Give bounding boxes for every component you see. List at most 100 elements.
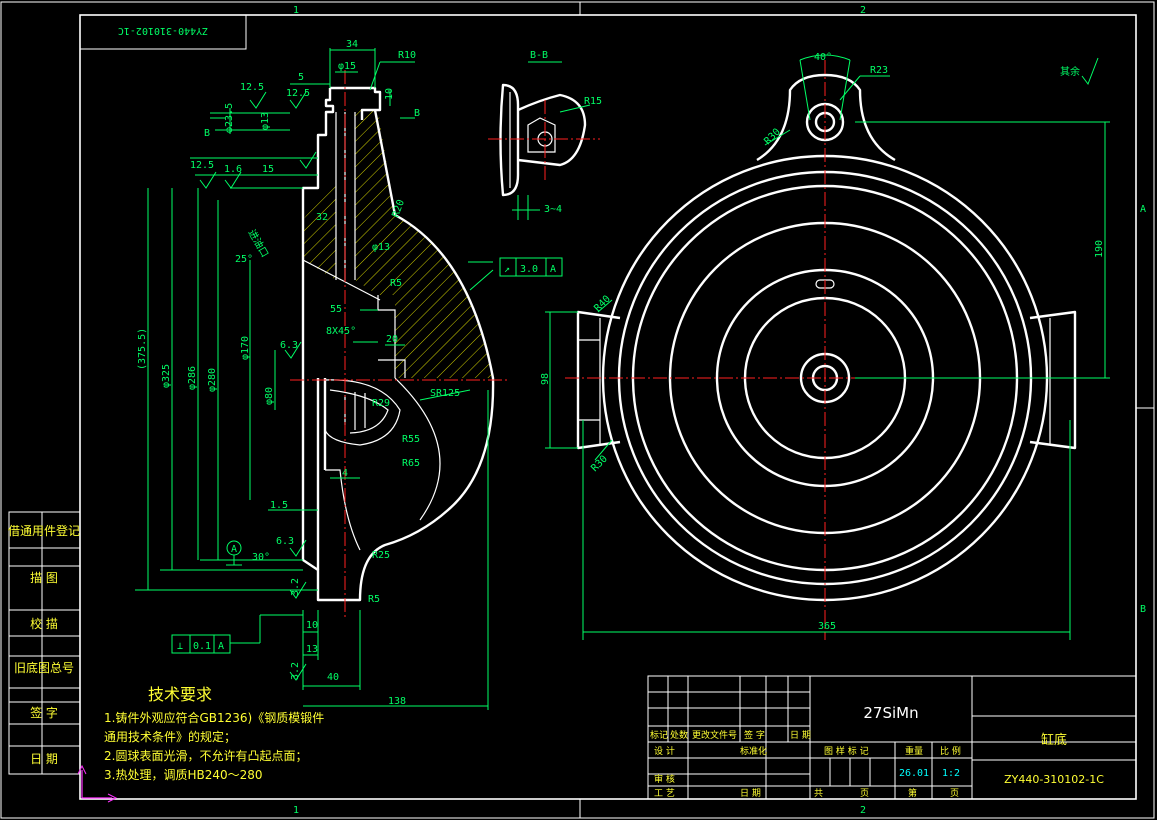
ra-3-2-a: 3.2 — [290, 578, 301, 596]
tol-runout-value: 3.0 — [520, 264, 538, 275]
dim-15: 15 — [262, 164, 274, 175]
lbl-stage-mark: 图 样 标 记 — [824, 745, 869, 757]
lbl-review: 审 核 — [654, 773, 675, 785]
strip-check-trace: 校 描 — [30, 616, 58, 631]
material: 27SiMn — [863, 704, 918, 722]
dim-5: 5 — [298, 72, 304, 83]
dim-phi13-a: φ13 — [260, 112, 271, 130]
angle-30: 30° — [252, 552, 270, 563]
dim-phi280: φ280 — [207, 368, 218, 392]
strip-signature: 签 字 — [30, 705, 58, 720]
dim-r29: R29 — [372, 398, 390, 409]
strip-old-base-no: 旧底图总号 — [14, 660, 74, 675]
zone-row-b: B — [1140, 604, 1146, 615]
dim-phi170: φ170 — [240, 336, 251, 360]
front-98: 98 — [540, 373, 551, 385]
lbl-sheet-unit-2: 页 — [950, 788, 959, 799]
lbl-weight: 重量 — [905, 745, 923, 757]
tol-perp-value: 0.1 — [193, 641, 211, 652]
dim-10: 10 — [384, 88, 395, 100]
dim-4: 4 — [342, 468, 348, 479]
zone-col-1-bottom: 1 — [293, 805, 299, 816]
ra-12-5-a: 12.5 — [240, 82, 264, 93]
front-190: 190 — [1094, 240, 1105, 258]
drawing-number-mirrored: ZY440-310102-1C — [118, 25, 208, 36]
ra-3-2-b: 3.2 — [290, 662, 301, 680]
tech-req-line-3: 2.圆球表面光滑，不允许有凸起点面； — [104, 748, 307, 763]
lbl-sheet-num: 第 — [908, 787, 917, 799]
dim-20: 20 — [386, 334, 398, 345]
strip-borrow-register: 借通用件登记 — [8, 523, 80, 538]
lbl-design: 设 计 — [654, 745, 675, 757]
lbl-standardize: 标准化 — [740, 745, 767, 757]
dim-phi13-b: φ13 — [372, 242, 390, 253]
cut-b-right: B — [414, 108, 420, 119]
dim-chamfer: 8X45° — [326, 326, 356, 337]
tech-req-line-2: 通用技术条件》的规定； — [104, 729, 236, 744]
tech-req-line-4: 3.热处理，调质HB240～280 — [104, 768, 263, 782]
cut-b-left: B — [204, 128, 210, 139]
angle-25: 25° — [235, 254, 253, 265]
lbl-date-2: 日 期 — [740, 788, 761, 799]
bb-detail-view — [488, 61, 600, 220]
lbl-mark: 标记 — [650, 729, 668, 741]
bb-r15: R15 — [584, 96, 602, 107]
dim-phi80: φ80 — [264, 387, 275, 405]
dim-1-5: 1.5 — [270, 500, 288, 511]
front-view — [545, 54, 1110, 640]
lbl-date: 日 期 — [790, 730, 811, 741]
dim-10-b: 10 — [306, 620, 318, 631]
dim-phi23-5: φ23.5 — [224, 103, 235, 133]
strip-trace: 描 图 — [30, 571, 58, 585]
weight-value: 26.01 — [899, 768, 929, 779]
bb-title: B-B — [530, 50, 548, 61]
drawing-sheet: 1 2 1 2 A B ZY440-310102-1C 借通用件登记 描 图 校… — [0, 1, 1155, 819]
lbl-count: 处数 — [670, 729, 688, 741]
tol-perp-datum: A — [218, 641, 224, 652]
dim-138: 138 — [388, 696, 406, 707]
dim-sr125: SR125 — [430, 388, 460, 399]
tol-runout-symbol: ↗ — [504, 264, 510, 275]
dim-phi15: φ15 — [338, 61, 356, 72]
ra-12-5-c: 12.5 — [190, 160, 214, 171]
front-365: 365 — [818, 621, 836, 632]
ra-6-3-b: 6.3 — [276, 536, 294, 547]
dim-phi286: φ286 — [187, 366, 198, 390]
lbl-change-doc: 更改文件号 — [692, 729, 737, 741]
tol-perp-symbol: ⊥ — [177, 641, 183, 652]
dim-phi325: φ325 — [161, 364, 172, 388]
left-strip — [8, 511, 81, 775]
front-r30-a: R30 — [762, 127, 783, 148]
dim-34: 34 — [346, 39, 358, 50]
lbl-scale: 比 例 — [940, 745, 961, 757]
ra-6-3-a: 6.3 — [280, 340, 298, 351]
dim-32: 32 — [316, 212, 328, 223]
front-r40: R40 — [592, 294, 613, 315]
general-roughness-note: 其余 — [1060, 65, 1080, 78]
section-dimensions — [135, 48, 1099, 710]
dim-40: 40 — [327, 672, 339, 683]
tol-runout-datum: A — [550, 264, 556, 275]
dim-r65: R65 — [402, 458, 420, 469]
dim-r10: R10 — [398, 50, 416, 61]
dim-r5-b: R5 — [368, 594, 380, 605]
dim-r55: R55 — [402, 434, 420, 445]
dim-13: 13 — [306, 644, 318, 655]
bb-3-4: 3~4 — [544, 204, 562, 215]
front-r30-b: R30 — [589, 454, 610, 475]
ra-12-5-b: 12.5 — [286, 88, 310, 99]
lbl-process: 工 艺 — [654, 788, 675, 799]
tech-req-title: 技术要求 — [148, 685, 212, 704]
lbl-sign: 签 字 — [744, 729, 765, 741]
strip-date: 日 期 — [30, 752, 58, 766]
zone-row-a: A — [1140, 204, 1146, 215]
front-r23: R23 — [870, 65, 888, 76]
lbl-sheet-unit: 页 — [860, 788, 869, 799]
ra-1-6: 1.6 — [224, 164, 242, 175]
drawing-number-box: ZY440-310102-1C — [79, 14, 247, 50]
title-drawing-no: ZY440-310102-1C — [1004, 773, 1104, 786]
scale-value: 1:2 — [942, 768, 960, 779]
front-angle-40: 40° — [814, 52, 832, 63]
dim-55: 55 — [330, 304, 342, 315]
dim-375-5: (375.5) — [137, 328, 148, 370]
